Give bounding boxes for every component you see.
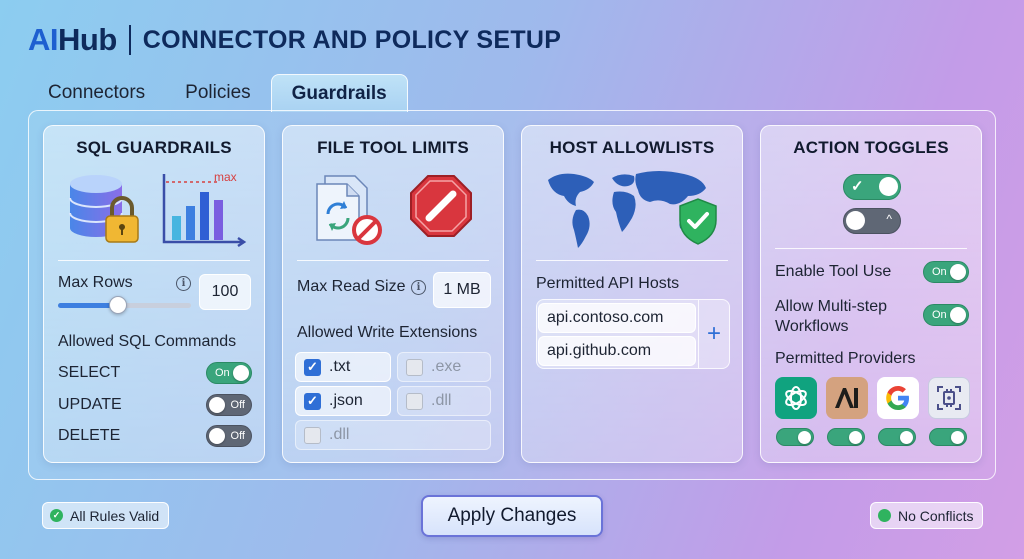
checkbox-empty-icon <box>304 426 321 444</box>
circuit-provider-toggle[interactable] <box>929 428 967 446</box>
card-title: FILE TOOL LIMITS <box>317 138 469 157</box>
tab-bar: Connectors Policies Guardrails <box>28 74 408 112</box>
multistep-toggle[interactable]: On <box>923 304 969 326</box>
world-map-shield-icon <box>548 171 717 248</box>
ext-checkbox-dll[interactable]: .dll <box>397 386 491 416</box>
update-toggle[interactable]: Off <box>206 394 252 416</box>
max-rows-label: Max Rows <box>58 274 133 291</box>
checkbox-checked-icon: ✓ <box>304 358 321 376</box>
action-toggles-card: ACTION TOGGLES ✓ ^ Enable Tool Use On Al… <box>760 125 982 463</box>
ext-checkbox-dll-2[interactable]: .dll <box>295 420 491 450</box>
host-item[interactable]: api.github.com <box>538 336 696 366</box>
status-dot-icon <box>878 509 891 522</box>
tab-connectors[interactable]: Connectors <box>28 74 165 112</box>
max-read-size-label: Max Read Size <box>297 278 406 295</box>
max-read-size-input[interactable]: 1 MB <box>433 272 491 308</box>
host-item[interactable]: api.contoso.com <box>538 303 696 333</box>
host-allowlists-card: HOST ALLOWLISTS Permitted API Hosts api.… <box>521 125 743 463</box>
ext-checkbox-exe[interactable]: .exe <box>397 352 491 382</box>
card-title: ACTION TOGGLES <box>793 138 949 157</box>
openai-provider-toggle[interactable] <box>776 428 814 446</box>
enable-tool-use-toggle[interactable]: On <box>923 261 969 283</box>
circuit-provider-icon[interactable] <box>928 377 970 419</box>
anthropic-icon[interactable] <box>826 377 868 419</box>
ext-checkbox-json[interactable]: ✓ .json <box>295 386 391 416</box>
allowed-sql-label: Allowed SQL Commands <box>58 333 237 350</box>
card-title: HOST ALLOWLISTS <box>549 138 715 157</box>
status-badge-conflicts: No Conflicts <box>870 502 984 529</box>
card-divider <box>58 260 250 261</box>
tab-guardrails[interactable]: Guardrails <box>270 74 408 112</box>
sql-command-update: UPDATE <box>58 396 122 413</box>
database-lock-icon <box>69 175 139 243</box>
sql-command-delete: DELETE <box>58 427 121 444</box>
enable-tool-use-label: Enable Tool Use <box>775 263 892 280</box>
permitted-providers-label: Permitted Providers <box>775 350 916 367</box>
card-divider <box>775 248 967 249</box>
file-sync-blocked-icon <box>316 175 382 245</box>
header-divider <box>128 25 131 55</box>
slider-handle[interactable] <box>108 296 127 314</box>
app-logo: AIHub <box>28 22 117 57</box>
card-divider <box>297 260 489 261</box>
toggle-on-illustration-icon: ✓ <box>843 174 901 200</box>
max-rows-input[interactable]: 100 <box>199 274 251 310</box>
openai-icon[interactable] <box>775 377 817 419</box>
add-host-button[interactable]: + <box>698 300 729 368</box>
app-header: AIHub CONNECTOR AND POLICY SETUP <box>28 22 561 58</box>
select-toggle[interactable]: On <box>206 362 252 384</box>
anthropic-provider-toggle[interactable] <box>827 428 865 446</box>
allowed-write-ext-label: Allowed Write Extensions <box>297 324 478 341</box>
max-rows-slider[interactable] <box>58 296 191 314</box>
permitted-hosts-label: Permitted API Hosts <box>536 275 680 292</box>
checkbox-empty-icon <box>406 358 423 376</box>
file-tool-limits-card: FILE TOOL LIMITS Max Read Size i 1 MB Al… <box>282 125 504 463</box>
apply-changes-button[interactable]: Apply Changes <box>421 495 603 537</box>
sql-guardrails-card: SQL GUARDRAILS max Max Rows i 100 Allowe… <box>43 125 265 463</box>
chart-max-label: max <box>214 170 237 184</box>
status-badge-valid: ✓ All Rules Valid <box>42 502 170 529</box>
plus-icon: + <box>706 320 721 347</box>
google-provider-toggle[interactable] <box>878 428 916 446</box>
toggle-off-illustration-icon: ^ <box>843 208 901 234</box>
tab-policies[interactable]: Policies <box>165 74 270 112</box>
info-icon[interactable]: i <box>176 276 191 291</box>
ext-checkbox-txt[interactable]: ✓ .txt <box>295 352 391 382</box>
checkbox-checked-icon: ✓ <box>304 392 321 410</box>
sql-command-select: SELECT <box>58 364 121 381</box>
stop-sign-icon <box>410 175 472 237</box>
checkbox-empty-icon <box>406 392 423 410</box>
page-title: CONNECTOR AND POLICY SETUP <box>142 25 562 54</box>
google-icon[interactable] <box>877 377 919 419</box>
check-circle-icon: ✓ <box>50 509 63 522</box>
card-divider <box>536 260 728 261</box>
delete-toggle[interactable]: Off <box>206 425 252 447</box>
info-icon[interactable]: i <box>411 280 426 295</box>
multistep-label: Allow Multi-step Workflows <box>775 298 888 335</box>
card-title: SQL GUARDRAILS <box>76 138 232 157</box>
guardrails-panel: SQL GUARDRAILS max Max Rows i 100 Allowe… <box>28 110 996 480</box>
